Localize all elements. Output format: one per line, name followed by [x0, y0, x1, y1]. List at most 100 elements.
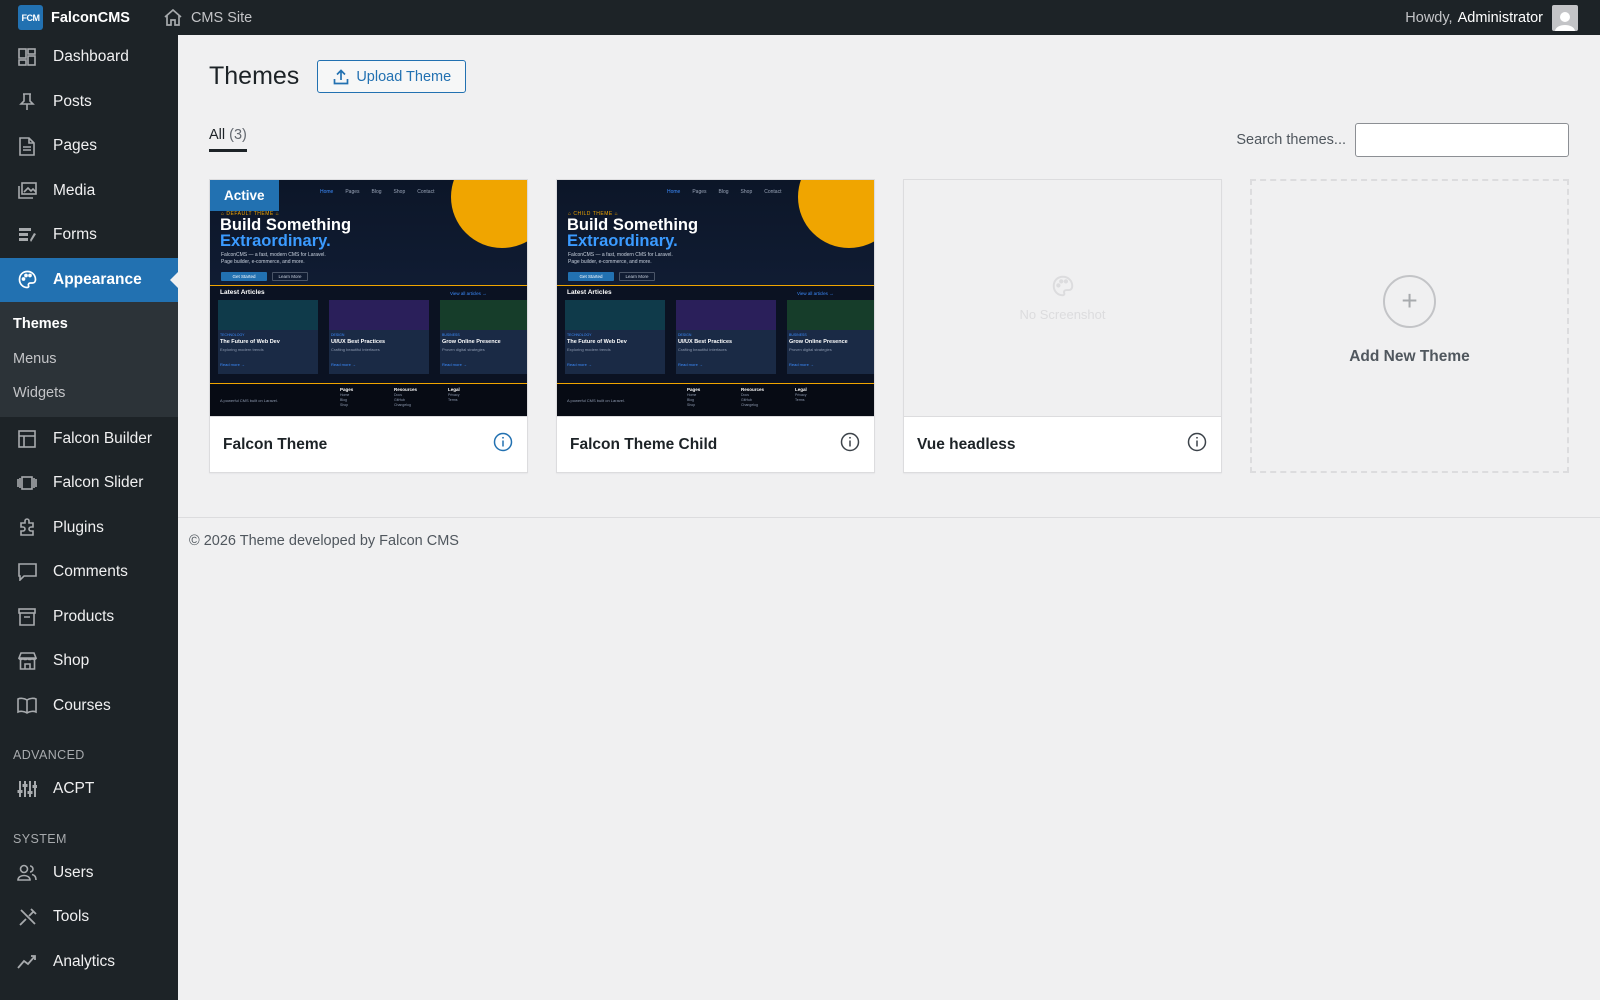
preview-footer-col: Legal Privacy Terms	[448, 387, 460, 402]
sidebar-item-acpt[interactable]: ACPT	[0, 767, 178, 812]
sidebar-item-label: ACPT	[53, 780, 95, 798]
sidebar-item-label: Appearance	[53, 270, 142, 288]
preview-card-sub: Proven digital strategies	[442, 347, 485, 352]
sidebar-item-label: Comments	[53, 563, 128, 581]
sidebar-item-users[interactable]: Users	[0, 851, 178, 896]
submenu-menus[interactable]: Menus	[0, 342, 178, 377]
admin-sidebar: Dashboard Posts Pages Media Forms Appear…	[0, 35, 178, 1000]
sidebar-item-label: Tools	[53, 908, 90, 926]
preview-card-image	[676, 300, 776, 330]
theme-screenshot[interactable]: No Screenshot	[904, 180, 1221, 416]
preview-card-title: UI/UX Best Practices	[331, 339, 386, 345]
preview-nav-item: Blog	[718, 189, 729, 195]
preview-view-all: View all articles →	[797, 291, 834, 296]
page-title: Themes	[209, 62, 300, 90]
sidebar-item-products[interactable]: Products	[0, 595, 178, 640]
info-icon[interactable]	[1187, 432, 1207, 452]
sidebar-item-falcon-slider[interactable]: Falcon Slider	[0, 461, 178, 506]
preview-footer-link: Blog	[687, 398, 695, 402]
account-menu[interactable]: Howdy, Administrator	[1405, 0, 1578, 35]
preview-footer-link: Shop	[340, 403, 349, 407]
submenu-widgets[interactable]: Widgets	[0, 376, 178, 411]
preview-card-image	[329, 300, 429, 330]
media-icon	[17, 181, 37, 201]
sidebar-item-forms[interactable]: Forms	[0, 213, 178, 258]
info-icon[interactable]	[493, 432, 513, 452]
preview-footer-col: Resources Docs GitHub Changelog	[394, 387, 417, 407]
sidebar-item-shop[interactable]: Shop	[0, 639, 178, 684]
theme-card-falcon-theme[interactable]: Active Home Pages Blog Shop Contact ⌂ DEFAUL…	[209, 179, 528, 473]
home-icon	[164, 9, 182, 26]
sidebar-item-label: Courses	[53, 696, 111, 714]
theme-screenshot[interactable]: Active Home Pages Blog Shop Contact ⌂ DEFAUL…	[210, 180, 527, 416]
preview-footer-link: Changelog	[741, 403, 758, 407]
avatar[interactable]	[1552, 4, 1578, 31]
page-footer: © 2026 Theme developed by Falcon CMS	[178, 517, 1600, 549]
preview-nav-item: Shop	[393, 189, 406, 195]
filter-all[interactable]: All (3)	[209, 127, 247, 152]
preview-footer-link: Privacy	[795, 393, 807, 397]
preview-nav-item: Home	[320, 189, 334, 195]
preview-footer-link: Changelog	[394, 403, 411, 407]
preview-card-tag: TECHNOLOGY	[220, 333, 245, 337]
preview-footer-tagline: A powerful CMS built on Laravel.	[220, 398, 279, 403]
sidebar-item-media[interactable]: Media	[0, 169, 178, 214]
sidebar-item-dashboard[interactable]: Dashboard	[0, 35, 178, 80]
site-link[interactable]: CMS Site	[164, 9, 252, 26]
preview-card-sub: Crafting beautiful interfaces	[331, 347, 380, 352]
add-new-theme-label: Add New Theme	[1349, 347, 1470, 365]
sidebar-item-falcon-builder[interactable]: Falcon Builder	[0, 417, 178, 462]
sidebar-item-label: Falcon Builder	[53, 429, 153, 447]
sidebar-item-appearance[interactable]: Appearance	[0, 257, 178, 302]
preview-card-tag: TECHNOLOGY	[567, 333, 592, 337]
add-new-theme-card[interactable]: + Add New Theme	[1250, 179, 1569, 473]
preview-footer-link: Terms	[448, 398, 458, 402]
brand-link[interactable]: FCM FalconCMS	[0, 0, 130, 35]
preview-card: DESIGN UI/UX Best Practices Crafting beaut…	[676, 300, 776, 374]
filter-label: All	[209, 127, 226, 143]
preview-card-more: Read more →	[567, 362, 592, 367]
preview-footer-heading: Resources	[394, 387, 418, 392]
preview-nav: Home Pages Blog Shop Contact	[667, 189, 793, 195]
sidebar-item-courses[interactable]: Courses	[0, 684, 178, 729]
no-screenshot-label: No Screenshot	[1019, 306, 1106, 322]
upload-theme-label: Upload Theme	[356, 68, 452, 85]
sidebar-item-posts[interactable]: Posts	[0, 80, 178, 125]
theme-screenshot[interactable]: Home Pages Blog Shop Contact ⌂ CHILD THEME ⌂…	[557, 180, 874, 416]
preview-card-tag: BUSINESS	[789, 333, 807, 337]
theme-name-bar: Falcon Theme	[210, 416, 527, 472]
preview-card-image	[440, 300, 527, 330]
preview-footer-tagline: A powerful CMS built on Laravel.	[567, 398, 626, 403]
theme-card-vue-headless[interactable]: No Screenshot Vue headless	[903, 179, 1222, 473]
sidebar-item-comments[interactable]: Comments	[0, 550, 178, 595]
sidebar-item-analytics[interactable]: Analytics	[0, 940, 178, 985]
preview-card-more: Read more →	[678, 362, 703, 367]
theme-name-bar: Vue headless	[904, 416, 1221, 472]
sidebar-item-label: Shop	[53, 652, 90, 670]
info-icon[interactable]	[840, 432, 860, 452]
preview-headline-2: Extraordinary.	[220, 232, 331, 250]
search-input[interactable]	[1355, 123, 1569, 157]
preview-card-sub: Proven digital strategies	[789, 347, 832, 352]
theme-name: Falcon Theme Child	[570, 435, 718, 453]
theme-card-falcon-theme-child[interactable]: Home Pages Blog Shop Contact ⌂ CHILD THEME ⌂…	[556, 179, 875, 473]
plus-icon: +	[1383, 274, 1436, 328]
sidebar-item-tools[interactable]: Tools	[0, 895, 178, 940]
preview-nav-item: Pages	[692, 189, 707, 195]
sidebar-item-label: Pages	[53, 137, 97, 155]
submenu-themes[interactable]: Themes	[0, 307, 178, 342]
preview-divider	[210, 285, 527, 286]
preview-footer-link: Shop	[687, 403, 696, 407]
active-badge: Active	[210, 180, 279, 211]
store-icon	[17, 651, 37, 671]
preview-btn-primary: Get Started	[221, 272, 267, 281]
sidebar-item-plugins[interactable]: Plugins	[0, 506, 178, 551]
upload-theme-button[interactable]: Upload Theme	[317, 60, 467, 93]
user-avatar-icon	[1555, 11, 1575, 31]
sidebar-item-pages[interactable]: Pages	[0, 124, 178, 169]
preview-footer-link: Blog	[340, 398, 348, 402]
preview-card-more: Read more →	[789, 362, 814, 367]
preview-card-more: Read more →	[442, 362, 467, 367]
sidebar-item-label: Falcon Slider	[53, 474, 144, 492]
preview-card-title: Grow Online Presence	[442, 339, 501, 345]
